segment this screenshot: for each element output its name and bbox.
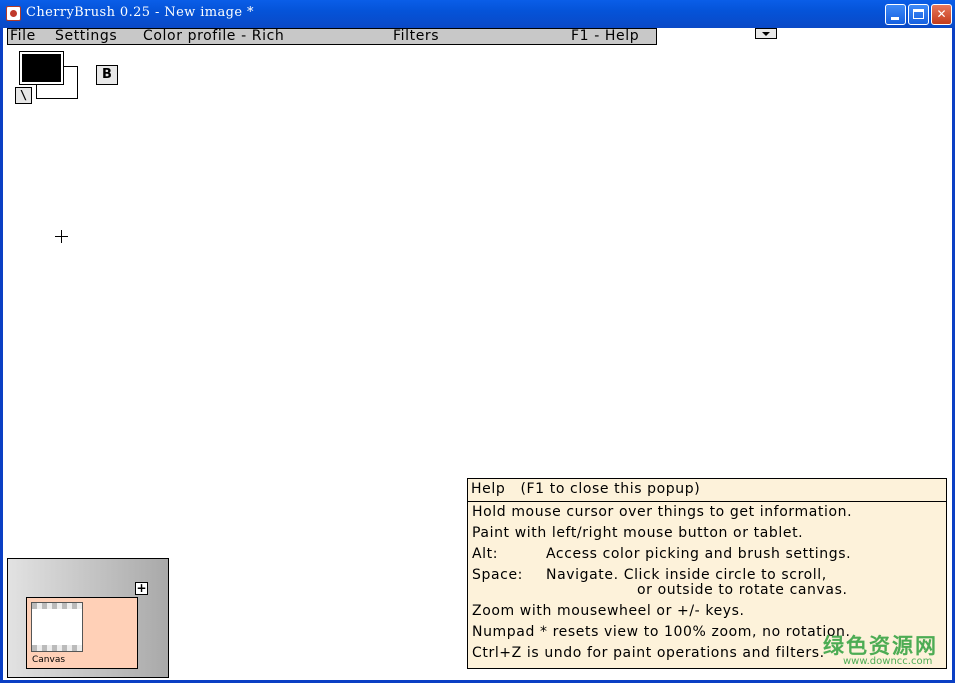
canvas-label: Canvas <box>32 655 66 665</box>
help-divider <box>468 501 946 502</box>
help-key-space: Space: <box>472 567 523 583</box>
brush-settings-button[interactable]: B <box>96 65 118 85</box>
help-line-hover: Hold mouse cursor over things to get inf… <box>472 504 853 520</box>
menu-file[interactable]: File <box>10 28 36 44</box>
foreground-color-swatch[interactable] <box>19 51 64 85</box>
help-desc-alt: Access color picking and brush settings. <box>546 546 852 562</box>
window-title: CherryBrush 0.25 - New image * <box>26 5 254 20</box>
navigator-panel[interactable]: + Canvas <box>7 558 169 678</box>
help-key-alt: Alt: <box>472 546 499 562</box>
help-line-paint: Paint with left/right mouse button or ta… <box>472 525 804 541</box>
watermark-logo: 绿色资源网 www.downcc.com <box>821 628 941 672</box>
app-window: CherryBrush 0.25 - New image * ✕ File Se… <box>0 0 955 683</box>
menu-color-profile[interactable]: Color profile - Rich <box>143 28 284 44</box>
help-line-numpad: Numpad * resets view to 100% zoom, no ro… <box>472 624 851 640</box>
minimize-icon <box>891 17 899 20</box>
swap-colors-button[interactable]: \ <box>15 87 32 104</box>
cherrybrush-app-icon[interactable] <box>6 6 21 21</box>
close-icon: ✕ <box>936 7 947 21</box>
watermark-url: www.downcc.com <box>843 656 933 667</box>
maximize-icon <box>913 9 924 19</box>
canvas-thumbnail-card[interactable]: Canvas <box>26 597 138 669</box>
crosshair-cursor-icon <box>55 230 68 243</box>
help-line-undo: Ctrl+Z is undo for paint operations and … <box>472 645 825 661</box>
navigator-add-button[interactable]: + <box>135 582 148 595</box>
minimize-button[interactable] <box>885 4 906 25</box>
help-title: Help (F1 to close this popup) <box>471 481 701 497</box>
help-desc-space-1: Navigate. Click inside circle to scroll, <box>546 567 827 583</box>
canvas-thumbnail[interactable] <box>31 602 83 652</box>
menu-help[interactable]: F1 - Help <box>571 28 639 44</box>
menu-filters[interactable]: Filters <box>393 28 439 44</box>
title-bar[interactable]: CherryBrush 0.25 - New image * ✕ <box>0 0 955 28</box>
close-button[interactable]: ✕ <box>931 4 952 25</box>
help-desc-space-2: or outside to rotate canvas. <box>637 582 848 598</box>
maximize-button[interactable] <box>908 4 929 25</box>
help-line-zoom: Zoom with mousewheel or +/- keys. <box>472 603 745 619</box>
menu-bar: File Settings Color profile - Rich Filte… <box>7 28 657 45</box>
panel-dropdown-button[interactable] <box>755 28 777 39</box>
menu-settings[interactable]: Settings <box>55 28 117 44</box>
